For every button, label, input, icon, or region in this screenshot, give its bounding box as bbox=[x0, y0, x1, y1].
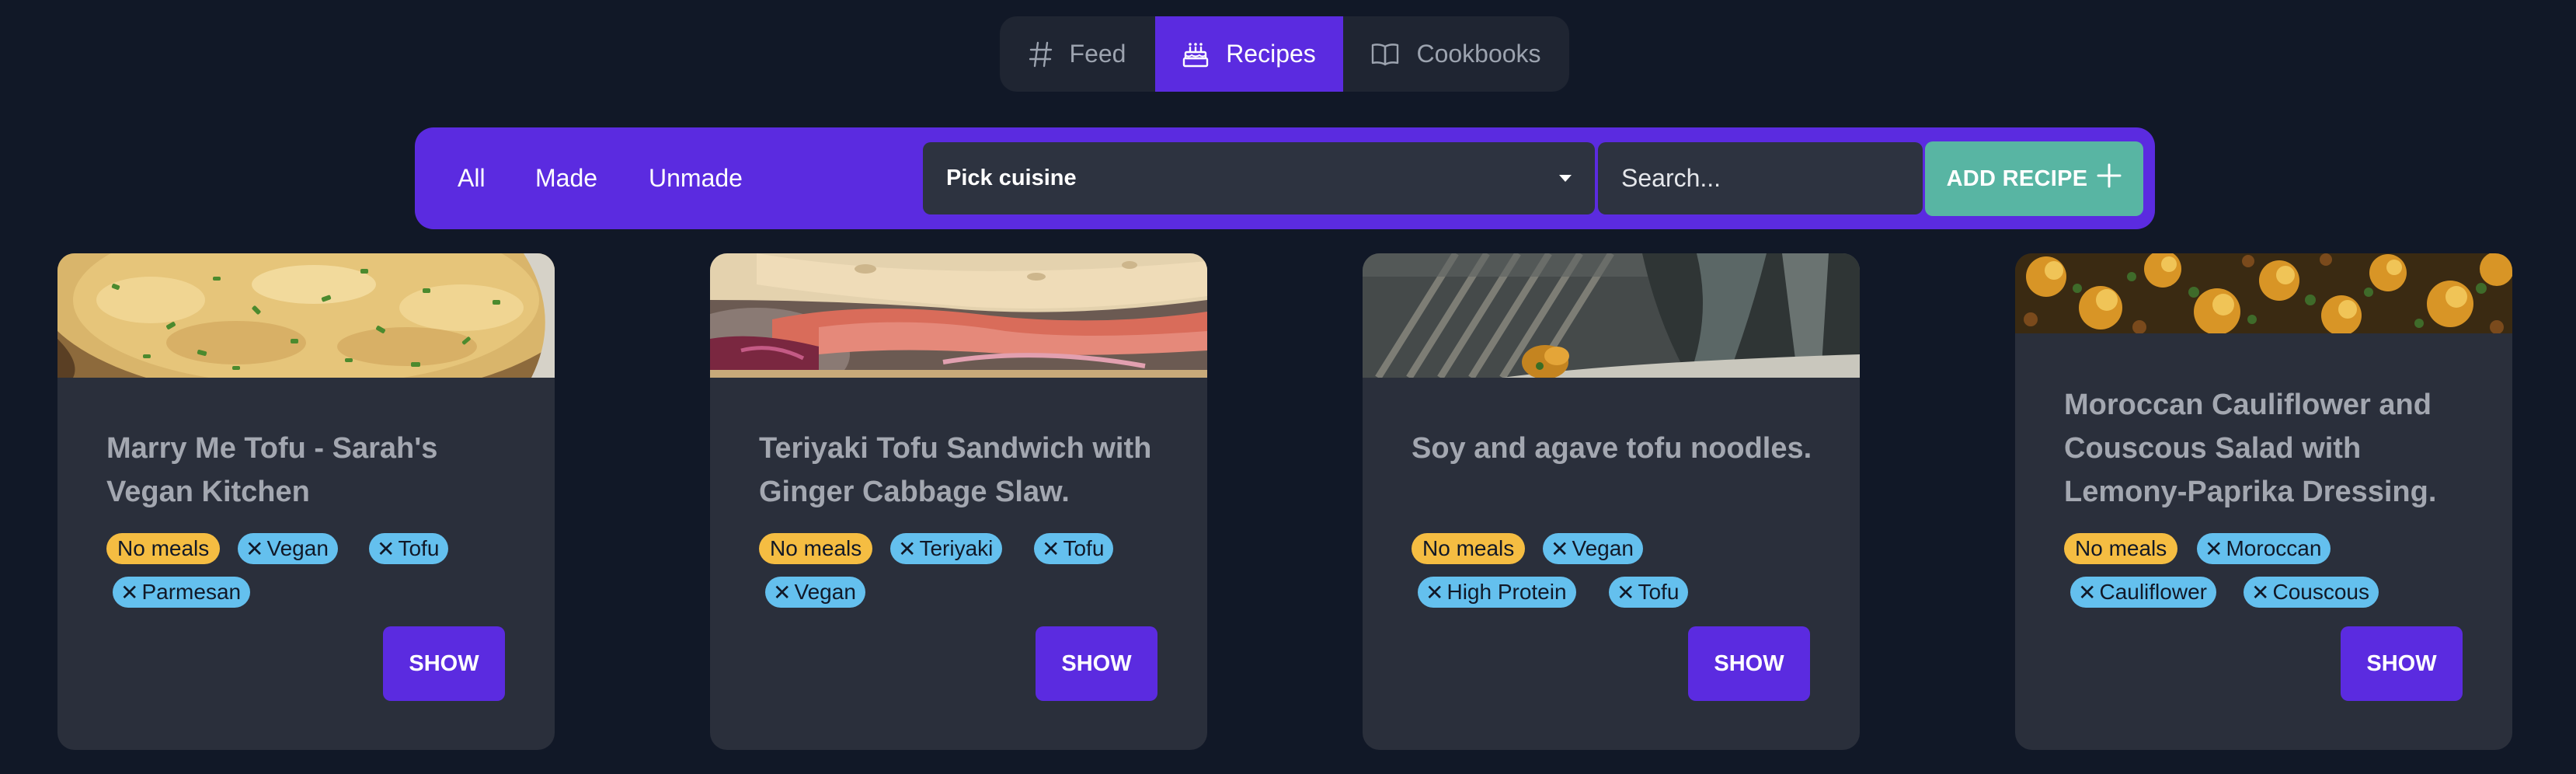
tag-label: Tofu bbox=[1638, 580, 1680, 604]
tag-label: Tofu bbox=[1063, 536, 1105, 560]
tag-label: Vegan bbox=[266, 536, 329, 560]
recipe-card: Marry Me Tofu - Sarah's Vegan Kitchen No… bbox=[57, 253, 555, 750]
tag-label: Vegan bbox=[794, 580, 856, 604]
close-icon[interactable]: ✕ bbox=[2251, 580, 2269, 605]
add-recipe-button[interactable]: ADD RECIPE bbox=[1925, 141, 2143, 216]
tag-label: Cauliflower bbox=[2099, 580, 2207, 604]
recipe-title: Marry Me Tofu - Sarah's Vegan Kitchen bbox=[106, 432, 438, 508]
cuisine-select[interactable]: Pick cuisine bbox=[923, 142, 1595, 214]
meal-tag: No meals bbox=[2064, 533, 2178, 564]
show-button[interactable]: SHOW bbox=[1036, 626, 1157, 701]
tag-chip[interactable]: ✕ Vegan bbox=[1543, 533, 1643, 564]
recipe-title: Teriyaki Tofu Sandwich with Ginger Cabba… bbox=[759, 432, 1152, 508]
recipe-image bbox=[1363, 253, 1860, 378]
book-icon bbox=[1371, 42, 1399, 67]
close-icon[interactable]: ✕ bbox=[120, 580, 138, 605]
tag-chip[interactable]: ✕ Parmesan bbox=[113, 577, 251, 608]
close-icon[interactable]: ✕ bbox=[245, 536, 263, 562]
close-icon[interactable]: ✕ bbox=[2078, 580, 2096, 605]
tag-chip[interactable]: ✕ Vegan bbox=[765, 577, 865, 608]
recipe-card: Soy and agave tofu noodles. No meals ✕ Ve… bbox=[1363, 253, 1860, 750]
tag-chip[interactable]: ✕ Tofu bbox=[1034, 533, 1114, 564]
top-nav: Feed Recipes Cookbooks bbox=[1000, 16, 1569, 92]
close-icon[interactable]: ✕ bbox=[1042, 536, 1060, 562]
tag-chip[interactable]: ✕ Cauliflower bbox=[2070, 577, 2216, 608]
recipe-card: Teriyaki Tofu Sandwich with Ginger Cabba… bbox=[710, 253, 1207, 750]
tag-chip[interactable]: ✕ Teriyaki bbox=[890, 533, 1003, 564]
plus-icon bbox=[2097, 163, 2122, 194]
recipe-image bbox=[2015, 253, 2512, 333]
show-button[interactable]: SHOW bbox=[2341, 626, 2463, 701]
tag-chip[interactable]: ✕ Couscous bbox=[2244, 577, 2379, 608]
tab-cookbooks[interactable]: Cookbooks bbox=[1343, 16, 1569, 92]
close-icon[interactable]: ✕ bbox=[898, 536, 916, 562]
meal-tag: No meals bbox=[106, 533, 221, 564]
tag-chip[interactable]: ✕ High Protein bbox=[1418, 577, 1576, 608]
filter-bar: All Made Unmade Pick cuisine ADD RECIPE bbox=[415, 127, 2155, 229]
tag-label: Vegan bbox=[1572, 536, 1634, 560]
tab-cookbooks-label: Cookbooks bbox=[1416, 40, 1541, 68]
search-input[interactable] bbox=[1598, 142, 1923, 214]
tag-label: Teriyaki bbox=[919, 536, 994, 560]
recipe-card: Moroccan Cauliflower and Couscous Salad … bbox=[2015, 253, 2512, 750]
tag-label: Tofu bbox=[398, 536, 440, 560]
recipe-title: Soy and agave tofu noodles. bbox=[1412, 432, 1812, 465]
filter-made-button[interactable]: Made bbox=[535, 127, 597, 229]
tag-label: High Protein bbox=[1446, 580, 1567, 604]
show-button[interactable]: SHOW bbox=[1688, 626, 1810, 701]
close-icon[interactable]: ✕ bbox=[1551, 536, 1568, 562]
cake-icon bbox=[1182, 41, 1209, 68]
tag-label: Couscous bbox=[2272, 580, 2369, 604]
hash-icon bbox=[1029, 41, 1053, 68]
filter-unmade-button[interactable]: Unmade bbox=[649, 127, 743, 229]
close-icon[interactable]: ✕ bbox=[2205, 536, 2223, 562]
tab-recipes[interactable]: Recipes bbox=[1155, 16, 1343, 92]
tag-label: Moroccan bbox=[2226, 536, 2322, 560]
tab-feed[interactable]: Feed bbox=[1000, 16, 1155, 92]
tag-chip[interactable]: ✕ Tofu bbox=[1609, 577, 1689, 608]
meal-tag: No meals bbox=[1412, 533, 1526, 564]
tab-recipes-label: Recipes bbox=[1226, 40, 1316, 68]
close-icon[interactable]: ✕ bbox=[1426, 580, 1443, 605]
recipe-image bbox=[710, 253, 1207, 378]
tag-chip[interactable]: ✕ Vegan bbox=[238, 533, 338, 564]
show-button[interactable]: SHOW bbox=[383, 626, 505, 701]
recipe-title: Moroccan Cauliflower and Couscous Salad … bbox=[2064, 389, 2437, 508]
meal-tag: No meals bbox=[759, 533, 873, 564]
close-icon[interactable]: ✕ bbox=[773, 580, 791, 605]
close-icon[interactable]: ✕ bbox=[1617, 580, 1634, 605]
tag-chip[interactable]: ✕ Moroccan bbox=[2197, 533, 2331, 564]
tab-feed-label: Feed bbox=[1069, 40, 1126, 68]
recipe-image bbox=[57, 253, 555, 378]
chevron-down-icon bbox=[1559, 175, 1572, 182]
close-icon[interactable]: ✕ bbox=[377, 536, 395, 562]
filter-all-button[interactable]: All bbox=[458, 127, 486, 229]
tag-label: Parmesan bbox=[141, 580, 242, 604]
tag-chip[interactable]: ✕ Tofu bbox=[369, 533, 449, 564]
add-recipe-label: ADD RECIPE bbox=[1946, 166, 2088, 191]
cuisine-select-value: Pick cuisine bbox=[946, 166, 1077, 190]
